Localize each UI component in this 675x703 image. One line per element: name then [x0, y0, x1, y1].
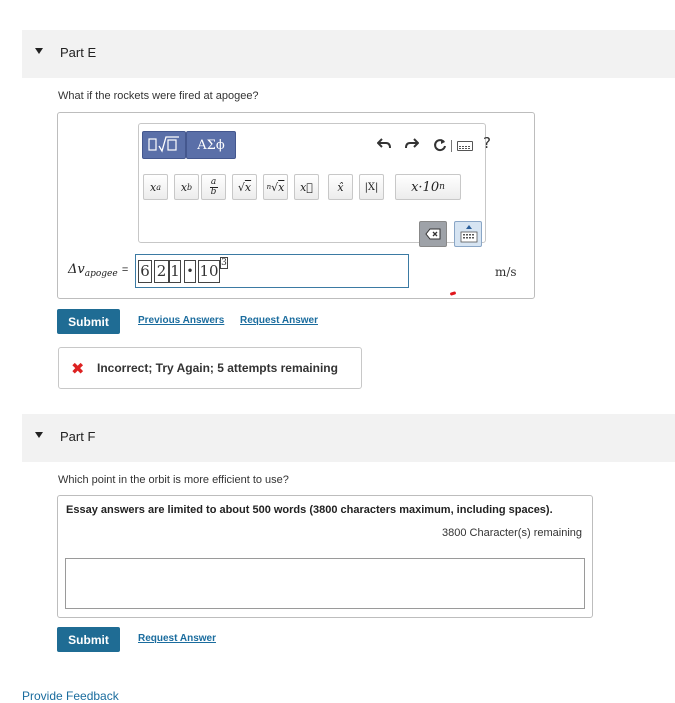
part-e-question: What if the rockets were fired at apogee…	[58, 90, 259, 102]
answer-input[interactable]: 6 2 1 • 10 3	[135, 254, 409, 288]
essay-textarea[interactable]	[65, 558, 585, 609]
superscript-button[interactable]: xa	[143, 174, 168, 200]
backspace-button[interactable]	[419, 221, 447, 247]
caret-down-icon[interactable]	[35, 48, 43, 54]
x-icon: ✖	[71, 359, 85, 378]
subscript-button[interactable]: xb	[174, 174, 199, 200]
keyboard-shortcuts-icon[interactable]	[457, 141, 473, 151]
previous-answers-link[interactable]: Previous Answers	[138, 315, 224, 326]
absolute-value-button[interactable]: |X|	[359, 174, 384, 200]
units-label: m/s	[495, 265, 517, 279]
essay-answer-box: Essay answers are limited to about 500 w…	[57, 495, 593, 618]
undo-icon[interactable]	[376, 138, 391, 153]
caret-down-icon[interactable]	[35, 432, 43, 438]
backspace-icon	[425, 228, 441, 240]
part-f-submit-button[interactable]: Submit	[57, 627, 120, 652]
part-e-header[interactable]: Part E	[22, 30, 675, 78]
fraction-button[interactable]: ab	[201, 174, 226, 200]
digit-box[interactable]: 1	[169, 260, 181, 283]
part-f-header[interactable]: Part F	[22, 414, 675, 462]
characters-remaining: 3800 Character(s) remaining	[441, 527, 582, 539]
variable-subscript: apogee	[84, 269, 118, 279]
toolbar-divider	[451, 140, 452, 152]
redo-icon[interactable]	[405, 138, 420, 153]
red-mark	[449, 291, 457, 296]
radical-template-icon	[148, 136, 179, 153]
help-icon[interactable]: ?	[483, 136, 491, 151]
part-e-submit-button[interactable]: Submit	[57, 309, 120, 334]
digit-box[interactable]: 6	[138, 260, 152, 283]
times-dot-box[interactable]: •	[184, 260, 196, 283]
part-f-request-answer-link[interactable]: Request Answer	[138, 633, 216, 644]
part-f-question: Which point in the orbit is more efficie…	[58, 474, 289, 486]
feedback-message-box: ✖ Incorrect; Try Again; 5 attempts remai…	[58, 347, 362, 389]
unit-vector-button[interactable]: x̂	[328, 174, 353, 200]
math-toolbar: ΑΣϕ ? xa xb ab √ x n √ x x⃗ x̂ |X| x·10 n	[138, 123, 491, 247]
reset-icon[interactable]	[433, 138, 447, 155]
exponent-box[interactable]: 3	[220, 257, 228, 269]
part-e-request-answer-link[interactable]: Request Answer	[240, 315, 318, 326]
vector-button[interactable]: x⃗	[294, 174, 319, 200]
variable-symbol: Δv	[68, 262, 85, 277]
templates-button[interactable]	[142, 131, 186, 159]
provide-feedback-link[interactable]: Provide Feedback	[22, 689, 119, 703]
digit-box[interactable]: 2	[154, 260, 169, 283]
greek-symbols-button[interactable]: ΑΣϕ	[186, 131, 236, 159]
equals-sign: =	[121, 264, 129, 276]
keyboard-icon	[460, 225, 478, 243]
essay-limit-note: Essay answers are limited to about 500 w…	[66, 504, 553, 516]
square-root-button[interactable]: √ x	[232, 174, 257, 200]
answer-variable-label: Δvapogee =	[68, 262, 128, 279]
scientific-notation-button[interactable]: x·10 n	[395, 174, 461, 200]
virtual-keyboard-button[interactable]	[454, 221, 482, 247]
nth-root-button[interactable]: n √ x	[263, 174, 288, 200]
feedback-message: Incorrect; Try Again; 5 attempts remaini…	[97, 361, 338, 375]
part-e-title: Part E	[60, 45, 97, 60]
part-f-title: Part F	[60, 429, 96, 444]
answer-box: ΑΣϕ ? xa xb ab √ x n √ x x⃗ x̂ |X| x·10 n	[57, 112, 535, 299]
base-ten-box[interactable]: 10	[198, 260, 220, 283]
